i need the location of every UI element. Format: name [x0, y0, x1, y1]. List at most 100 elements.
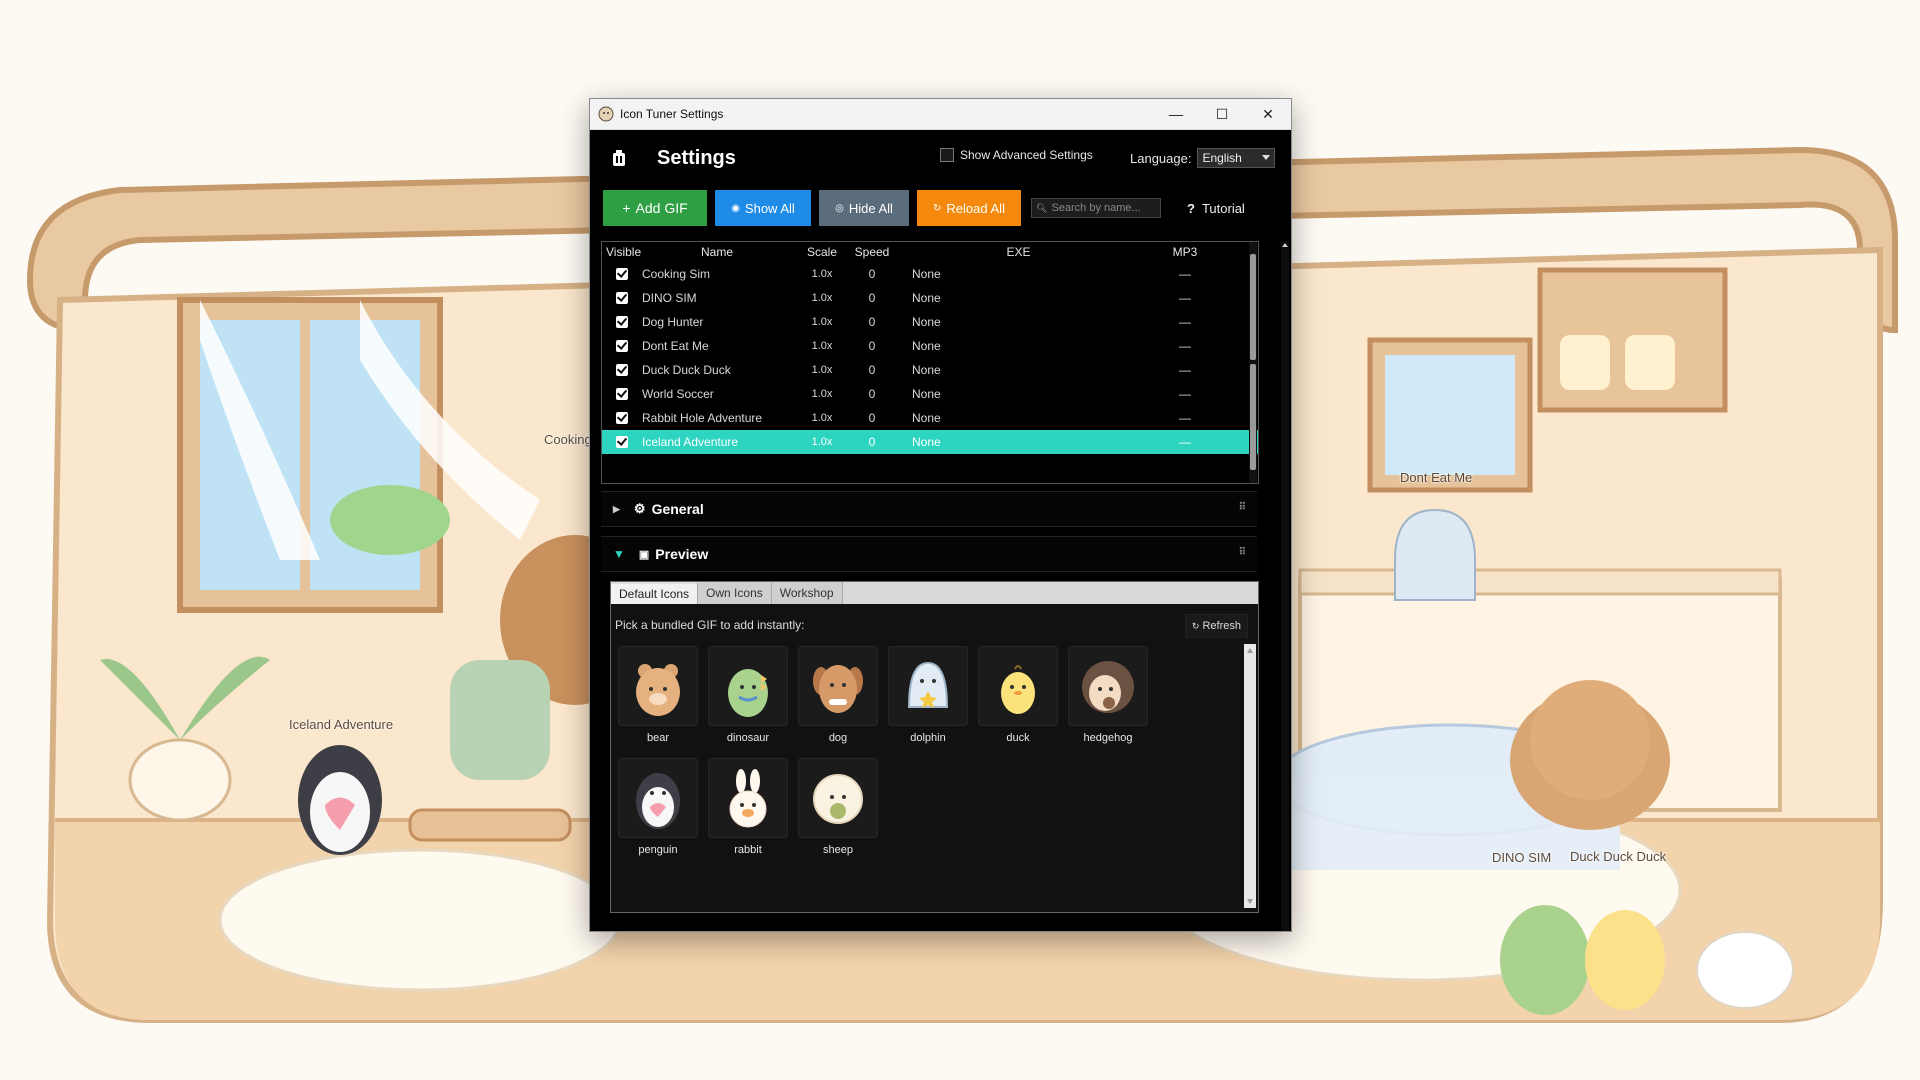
table-row[interactable]: World Soccer 1.0x 0 None —: [602, 382, 1258, 406]
row-speed[interactable]: 0: [852, 267, 892, 281]
row-scale[interactable]: 1.0x: [792, 292, 852, 304]
row-exe[interactable]: None: [892, 339, 1145, 353]
row-scale[interactable]: 1.0x: [792, 412, 852, 424]
col-name[interactable]: Name: [642, 245, 792, 259]
icon-tile-dinosaur[interactable]: dinosaur: [708, 646, 788, 744]
icon-tile-dog[interactable]: dog: [798, 646, 878, 744]
row-mp3[interactable]: —: [1145, 387, 1225, 401]
col-speed[interactable]: Speed: [852, 245, 892, 259]
table-scrollbar[interactable]: [1249, 242, 1257, 483]
show-advanced-checkbox[interactable]: [940, 148, 954, 162]
visible-checkbox[interactable]: [616, 268, 628, 280]
table-row[interactable]: Rabbit Hole Adventure 1.0x 0 None —: [602, 406, 1258, 430]
table-row[interactable]: Cooking Sim 1.0x 0 None —: [602, 262, 1258, 286]
row-mp3[interactable]: —: [1145, 363, 1225, 377]
icon-tile-rabbit[interactable]: rabbit: [708, 758, 788, 856]
icon-tile-bear[interactable]: bear: [618, 646, 698, 744]
tutorial-button[interactable]: ? Tutorial: [1187, 201, 1245, 216]
icon-tile-duck[interactable]: duck: [978, 646, 1058, 744]
general-section-header[interactable]: ▶ ⚙ General ⠿: [601, 491, 1257, 527]
col-exe[interactable]: EXE: [892, 245, 1145, 259]
scroll-up-icon[interactable]: [1247, 648, 1253, 653]
table-row[interactable]: Dog Hunter 1.0x 0 None —: [602, 310, 1258, 334]
row-speed[interactable]: 0: [852, 363, 892, 377]
icon-tile-penguin[interactable]: penguin: [618, 758, 698, 856]
close-button[interactable]: ✕: [1245, 99, 1291, 129]
row-speed[interactable]: 0: [852, 315, 892, 329]
row-mp3[interactable]: —: [1145, 339, 1225, 353]
col-visible[interactable]: Visible: [602, 245, 642, 259]
row-mp3[interactable]: —: [1145, 435, 1225, 449]
row-speed[interactable]: 0: [852, 291, 892, 305]
visible-checkbox[interactable]: [616, 292, 628, 304]
col-scale[interactable]: Scale: [792, 245, 852, 259]
row-scale[interactable]: 1.0x: [792, 364, 852, 376]
row-scale[interactable]: 1.0x: [792, 268, 852, 280]
visible-checkbox[interactable]: [616, 412, 628, 424]
row-scale[interactable]: 1.0x: [792, 340, 852, 352]
table-scroll-thumb-lower[interactable]: [1250, 364, 1256, 470]
preview-section-header[interactable]: ▼ ▣ Preview ⠿: [601, 536, 1257, 572]
icon-tile-sheep[interactable]: sheep: [798, 758, 878, 856]
desktop-label-iceland[interactable]: Iceland Adventure: [289, 717, 393, 732]
row-exe[interactable]: None: [892, 411, 1145, 425]
search-input[interactable]: 🔍︎ Search by name...: [1031, 198, 1161, 218]
table-row[interactable]: Duck Duck Duck 1.0x 0 None —: [602, 358, 1258, 382]
window-title: Icon Tuner Settings: [620, 107, 724, 121]
language-dropdown[interactable]: English: [1197, 148, 1276, 168]
icon-tile-hedgehog[interactable]: hedgehog: [1068, 646, 1148, 744]
scroll-down-icon[interactable]: [1247, 899, 1253, 904]
drag-handle-icon[interactable]: ⠿: [1239, 502, 1246, 513]
maximize-button[interactable]: ☐: [1199, 99, 1245, 129]
scroll-up-icon[interactable]: [1282, 243, 1288, 247]
title-bar[interactable]: Icon Tuner Settings — ☐ ✕: [590, 99, 1291, 130]
add-gif-button[interactable]: + Add GIF: [603, 190, 707, 226]
row-exe[interactable]: None: [892, 387, 1145, 401]
row-speed[interactable]: 0: [852, 411, 892, 425]
tab-own-icons[interactable]: Own Icons: [698, 582, 772, 604]
row-exe[interactable]: None: [892, 267, 1145, 281]
row-mp3[interactable]: —: [1145, 291, 1225, 305]
desktop-label-dont-eat-me[interactable]: Dont Eat Me: [1400, 470, 1472, 485]
row-exe[interactable]: None: [892, 291, 1145, 305]
desktop-label-dino[interactable]: DINO SIM: [1492, 850, 1551, 865]
row-exe[interactable]: None: [892, 435, 1145, 449]
row-scale[interactable]: 1.0x: [792, 436, 852, 448]
row-name: DINO SIM: [642, 291, 697, 305]
icon-tile-dolphin[interactable]: dolphin: [888, 646, 968, 744]
tab-default-icons[interactable]: Default Icons: [611, 582, 699, 604]
col-mp3[interactable]: MP3: [1145, 245, 1225, 259]
row-scale[interactable]: 1.0x: [792, 316, 852, 328]
row-mp3[interactable]: —: [1145, 411, 1225, 425]
row-speed[interactable]: 0: [852, 435, 892, 449]
visible-checkbox[interactable]: [616, 364, 628, 376]
visible-checkbox[interactable]: [616, 388, 628, 400]
visible-checkbox[interactable]: [616, 436, 628, 448]
row-mp3[interactable]: —: [1145, 315, 1225, 329]
row-speed[interactable]: 0: [852, 387, 892, 401]
visible-checkbox[interactable]: [616, 316, 628, 328]
show-all-button[interactable]: ◉ Show All: [715, 190, 811, 226]
refresh-button[interactable]: ↻ Refresh: [1184, 614, 1248, 638]
row-speed[interactable]: 0: [852, 339, 892, 353]
table-row[interactable]: DINO SIM 1.0x 0 None —: [602, 286, 1258, 310]
visible-checkbox[interactable]: [616, 340, 628, 352]
refresh-label: Refresh: [1202, 620, 1241, 632]
row-exe[interactable]: None: [892, 315, 1145, 329]
table-row-selected[interactable]: Iceland Adventure 1.0x 0 None —: [602, 430, 1258, 454]
drag-handle-icon[interactable]: ⠿: [1239, 547, 1246, 558]
row-exe[interactable]: None: [892, 363, 1145, 377]
show-advanced-toggle[interactable]: Show Advanced Settings: [940, 148, 1093, 162]
row-mp3[interactable]: —: [1145, 267, 1225, 281]
hide-all-button[interactable]: ◎ Hide All: [819, 190, 909, 226]
icon-grid-scrollbar[interactable]: [1244, 644, 1256, 908]
desktop-label-duck[interactable]: Duck Duck Duck: [1570, 849, 1666, 864]
tab-workshop[interactable]: Workshop: [771, 582, 843, 604]
table-scroll-thumb[interactable]: [1250, 254, 1256, 360]
minimize-button[interactable]: —: [1153, 99, 1199, 129]
reload-all-button[interactable]: ↻ Reload All: [917, 190, 1021, 226]
window-scrollbar[interactable]: [1281, 241, 1289, 931]
desktop-label-cooking[interactable]: Cooking: [544, 432, 592, 447]
table-row[interactable]: Dont Eat Me 1.0x 0 None —: [602, 334, 1258, 358]
row-scale[interactable]: 1.0x: [792, 388, 852, 400]
